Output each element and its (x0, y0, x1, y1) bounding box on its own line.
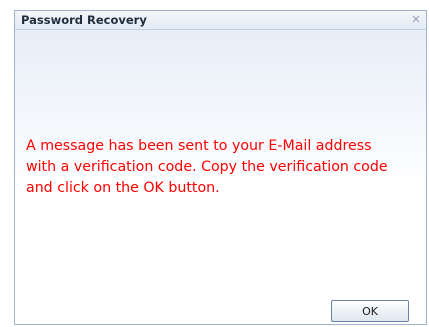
message-line-2: with a verification code. Copy the verif… (26, 159, 388, 175)
message-line-1: A message has been sent to your E-Mail a… (26, 138, 372, 154)
dialog-title: Password Recovery (21, 13, 147, 27)
password-recovery-dialog: Password Recovery A message has been sen… (14, 10, 427, 325)
recovery-message: A message has been sent to your E-Mail a… (26, 136, 426, 199)
dialog-titlebar: Password Recovery (15, 11, 426, 30)
close-icon[interactable] (410, 13, 422, 25)
ok-button[interactable]: OK (331, 300, 409, 322)
dialog-body: A message has been sent to your E-Mail a… (15, 30, 426, 324)
message-line-3: and click on the OK button. (26, 180, 220, 196)
